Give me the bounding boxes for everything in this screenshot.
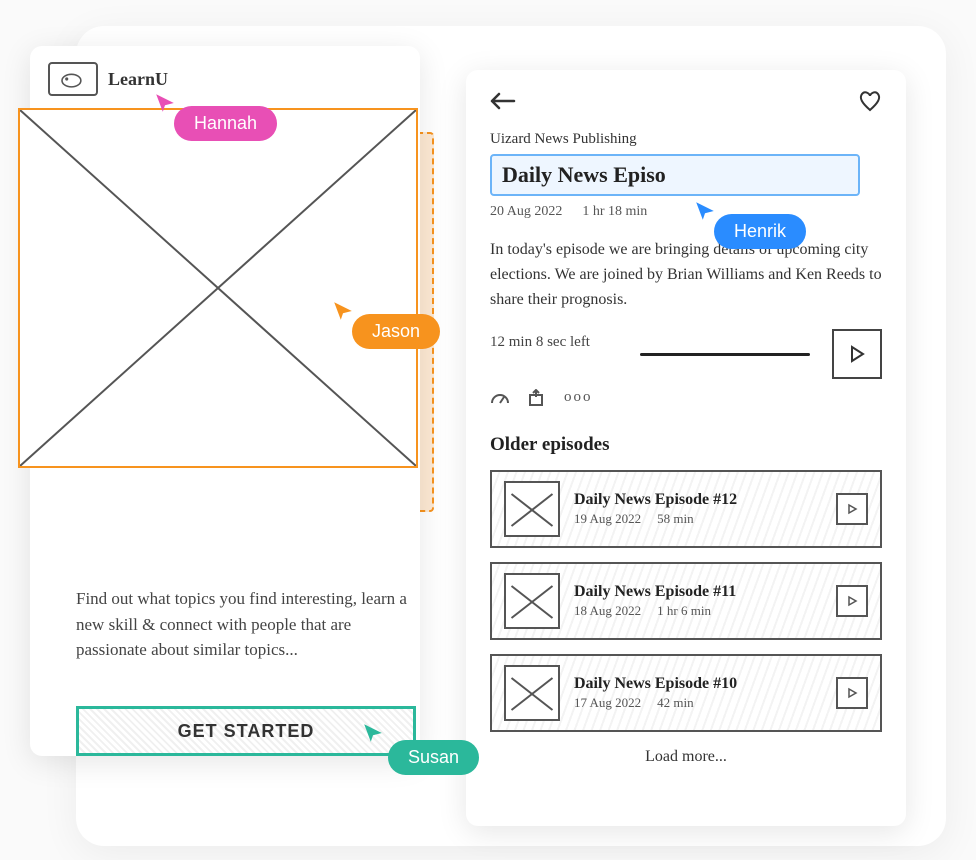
speed-icon[interactable] [490,389,510,412]
share-icon[interactable] [528,389,546,412]
thumbnail-placeholder [504,573,560,629]
episode-date: 17 Aug 2022 [574,695,641,711]
play-icon[interactable] [836,585,868,617]
episode-duration: 58 min [657,511,693,527]
onboarding-description: Find out what topics you find interestin… [76,586,416,663]
collaborator-cursor-susan: Susan [362,720,479,775]
episode-duration: 42 min [657,695,693,711]
older-episodes-heading: Older episodes [490,434,882,456]
list-item[interactable]: Daily News Episode #10 17 Aug 2022 42 mi… [490,654,882,732]
episode-list: Daily News Episode #12 19 Aug 2022 58 mi… [490,470,882,732]
list-item[interactable]: Daily News Episode #11 18 Aug 2022 1 hr … [490,562,882,640]
episode-title: Daily News Episode #10 [574,675,822,693]
wireframe-podcast: Uizard News Publishing 20 Aug 2022 1 hr … [466,70,906,826]
list-item[interactable]: Daily News Episode #12 19 Aug 2022 58 mi… [490,470,882,548]
app-name: LearnU [108,69,168,90]
publisher-label: Uizard News Publishing [490,131,882,148]
collaborator-cursor-henrik: Henrik [694,200,806,249]
episode-date: 18 Aug 2022 [574,603,641,619]
play-icon[interactable] [836,493,868,525]
thumbnail-placeholder [504,665,560,721]
episode-date: 19 Aug 2022 [574,511,641,527]
episode-title: Daily News Episode #11 [574,583,822,601]
episode-title-input[interactable] [490,154,860,196]
episode-duration: 1 hr 6 min [657,603,711,619]
back-icon[interactable] [490,91,516,116]
progress-bar[interactable] [640,353,810,356]
collaborator-cursor-hannah: Hannah [154,92,277,141]
episode-summary: In today's episode we are bringing detai… [490,238,890,312]
hero-image-placeholder[interactable] [18,108,418,468]
play-button[interactable] [832,329,882,379]
load-more-button[interactable]: Load more... [490,748,882,766]
collaborator-name: Jason [352,314,440,349]
collaborator-name: Hannah [174,106,277,141]
heart-icon[interactable] [858,90,882,117]
logo-icon [48,62,98,96]
thumbnail-placeholder [504,481,560,537]
collaborator-name: Susan [388,740,479,775]
more-icon[interactable]: ooo [564,389,593,412]
collaborator-cursor-jason: Jason [332,300,440,349]
play-icon[interactable] [836,677,868,709]
episode-title: Daily News Episode #12 [574,491,822,509]
episode-duration: 1 hr 18 min [582,204,647,220]
episode-date: 20 Aug 2022 [490,204,562,220]
collaborator-name: Henrik [714,214,806,249]
episode-meta: 20 Aug 2022 1 hr 18 min [490,204,882,220]
